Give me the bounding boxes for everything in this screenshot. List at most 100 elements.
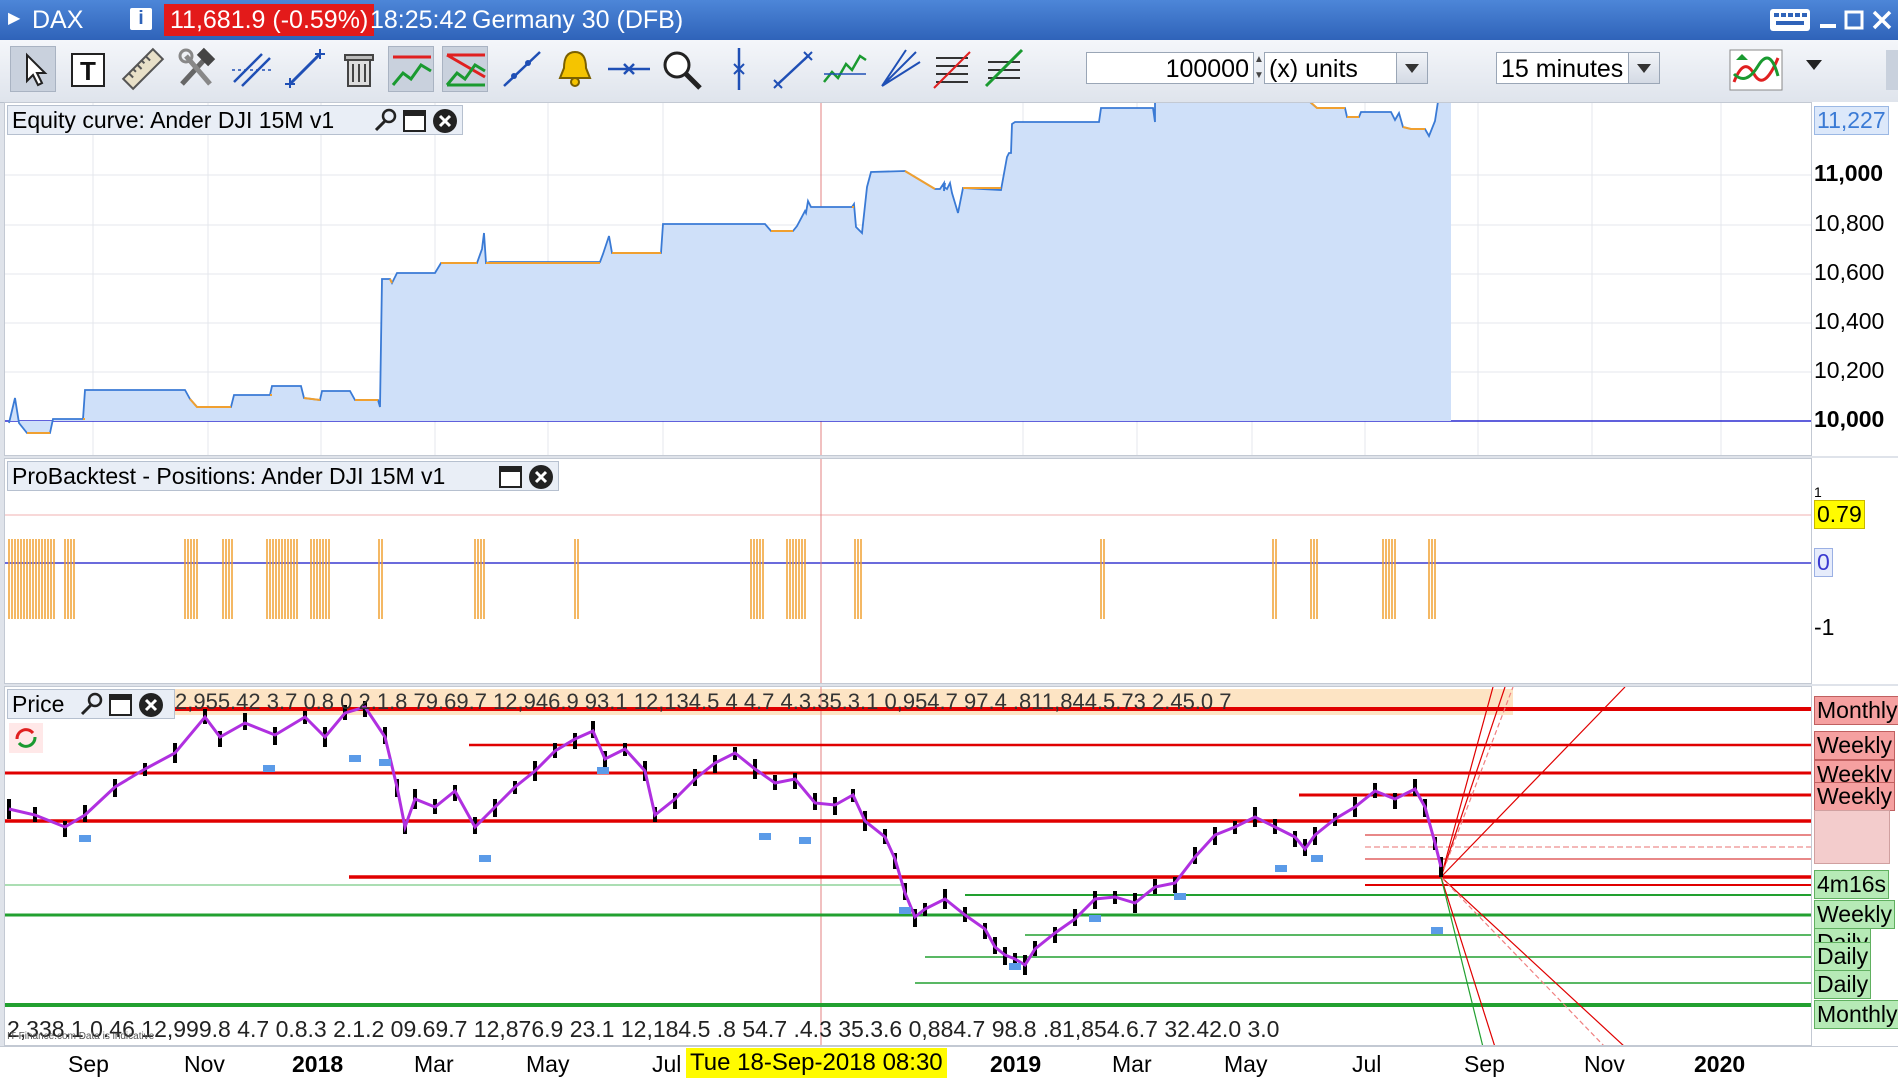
quantity-input[interactable]: 100000 [1086,52,1254,84]
daily-support-label: Daily [1814,970,1872,999]
equity-axis-label: 10,800 [1814,210,1885,236]
maximize-panel-icon[interactable] [402,108,428,134]
window-controls [1768,6,1898,39]
weekly-level-label: Weekly [1814,782,1895,811]
indicators-button[interactable] [1728,46,1788,92]
positions-current-value: 0.79 [1814,500,1865,529]
exit-marker [479,855,491,862]
equity-panel-title: Equity curve: Ander DJI 15M v1 [12,107,335,133]
projection-fan [1440,687,1626,1045]
stacked-level-labels [1814,810,1890,864]
delete-tool[interactable] [336,46,382,92]
weekly-level-label: Weekly [1814,731,1895,760]
weekly-level-label: Weekly [1814,760,1895,784]
equity-axis: 11,227 11,000 10,800 10,600 10,400 10,20… [1812,102,1898,456]
tools-tool[interactable] [174,46,220,92]
waves-icon [823,54,867,83]
exit-marker [899,907,911,914]
quantity-stepper[interactable]: ▲ ▼ [1254,52,1264,84]
month-label: Mar [414,1051,454,1077]
horizontal-line-tool[interactable] [606,46,652,92]
channel-tool[interactable] [442,46,488,92]
fan-tool[interactable] [876,46,922,92]
exit-marker [759,833,771,840]
toolbar-scroll-right[interactable] [1886,50,1898,90]
vertical-line-icon [733,48,745,90]
month-label: Nov [184,1051,225,1077]
alert-tool[interactable] [552,46,598,92]
exit-marker [349,755,361,762]
horizontal-line-icon [608,63,650,75]
fib-fan-tool[interactable] [982,46,1028,92]
minimize-icon[interactable] [1820,24,1836,28]
fibonacci-icon [933,51,971,89]
zoom-tool[interactable] [658,46,704,92]
exit-marker [1089,915,1101,922]
exit-marker [79,835,91,842]
year-label: 2018 [292,1051,344,1077]
fib-fan-icon [984,48,1024,88]
price-chart: 2,955.42 3.7 0.8 0 2.1.8 79.69.7 12,946.… [5,687,1811,1045]
exit-marker [1431,927,1443,934]
time-axis: Sep Nov 2018 Mar May Jul 2019 Mar May Ju… [0,1046,1898,1079]
trendline-tool[interactable] [282,46,328,92]
units-select[interactable]: (x) units [1264,52,1428,84]
fibonacci-tool[interactable] [928,46,974,92]
close-panel-icon[interactable] [432,108,458,134]
waves-tool[interactable] [822,46,868,92]
close-icon[interactable] [1872,10,1892,30]
ray-icon [503,51,541,87]
indicators-dropdown-icon[interactable] [1806,60,1822,70]
trade-markers [79,755,1443,970]
price-panel-header: Price [7,689,175,719]
month-label: Sep [1464,1051,1505,1077]
equity-axis-label: 10,200 [1814,357,1885,383]
month-label: Sep [68,1051,109,1077]
equity-axis-label: 11,000 [1814,160,1884,186]
month-label: Jul [1352,1051,1382,1077]
exit-marker [1009,963,1021,970]
positions-chart [5,459,1811,683]
text-tool[interactable]: T [66,46,112,92]
expand-icon[interactable]: ▶ [8,8,26,28]
month-label: Mar [1112,1051,1152,1077]
symbol-label[interactable]: DAX [32,6,83,34]
auto-trend-tool[interactable] [388,46,434,92]
hammer-wrench-icon [178,47,216,86]
equity-panel-header: Equity curve: Ander DJI 15M v1 [7,105,463,135]
ruler-icon [121,47,165,91]
countdown-label: 4m16s [1814,870,1890,899]
exit-marker [799,837,811,844]
positions-panel: ProBacktest - Positions: Ander DJI 15M v… [4,458,1812,684]
parallel-lines-tool[interactable] [228,46,274,92]
instrument-name: Germany 30 (DFB) [472,6,684,34]
maximize-panel-icon[interactable] [498,464,524,490]
weekly-support-label: Weekly [1814,900,1895,929]
daily-support-label: Daily [1814,942,1872,971]
wrench-icon[interactable] [78,692,104,718]
pointer-tool[interactable] [10,46,56,92]
info-button[interactable]: i [130,8,152,30]
keyboard-icon[interactable] [1770,9,1810,31]
year-label: 2019 [990,1051,1042,1077]
close-panel-icon[interactable] [138,692,164,718]
trash-icon [344,54,374,87]
indicators-icon [1729,49,1783,91]
refresh-icon[interactable] [9,723,43,753]
timeframe-select[interactable]: 15 minutes [1496,52,1660,84]
ray-tool[interactable] [498,46,544,92]
vertical-line-tool[interactable] [716,46,762,92]
trendline-icon [285,49,325,88]
maximize-icon[interactable] [1844,10,1864,30]
ruler-tool[interactable] [120,46,166,92]
price-panel: 2,955.42 3.7 0.8 0 2.1.8 79.69.7 12,946.… [4,686,1812,1046]
close-panel-icon[interactable] [528,464,554,490]
wrench-icon[interactable] [372,108,398,134]
top-strip-values: 2,955.42 3.7 0.8 0 2.1.8 79.69.7 12,946.… [175,689,1232,714]
maximize-panel-icon[interactable] [108,692,134,718]
positions-axis-bottom: -1 [1814,614,1835,640]
segment-tool[interactable] [770,46,816,92]
equity-axis-label: 10,600 [1814,259,1885,285]
clock-time: 18:25:42 [370,6,468,34]
exit-marker [597,767,609,774]
